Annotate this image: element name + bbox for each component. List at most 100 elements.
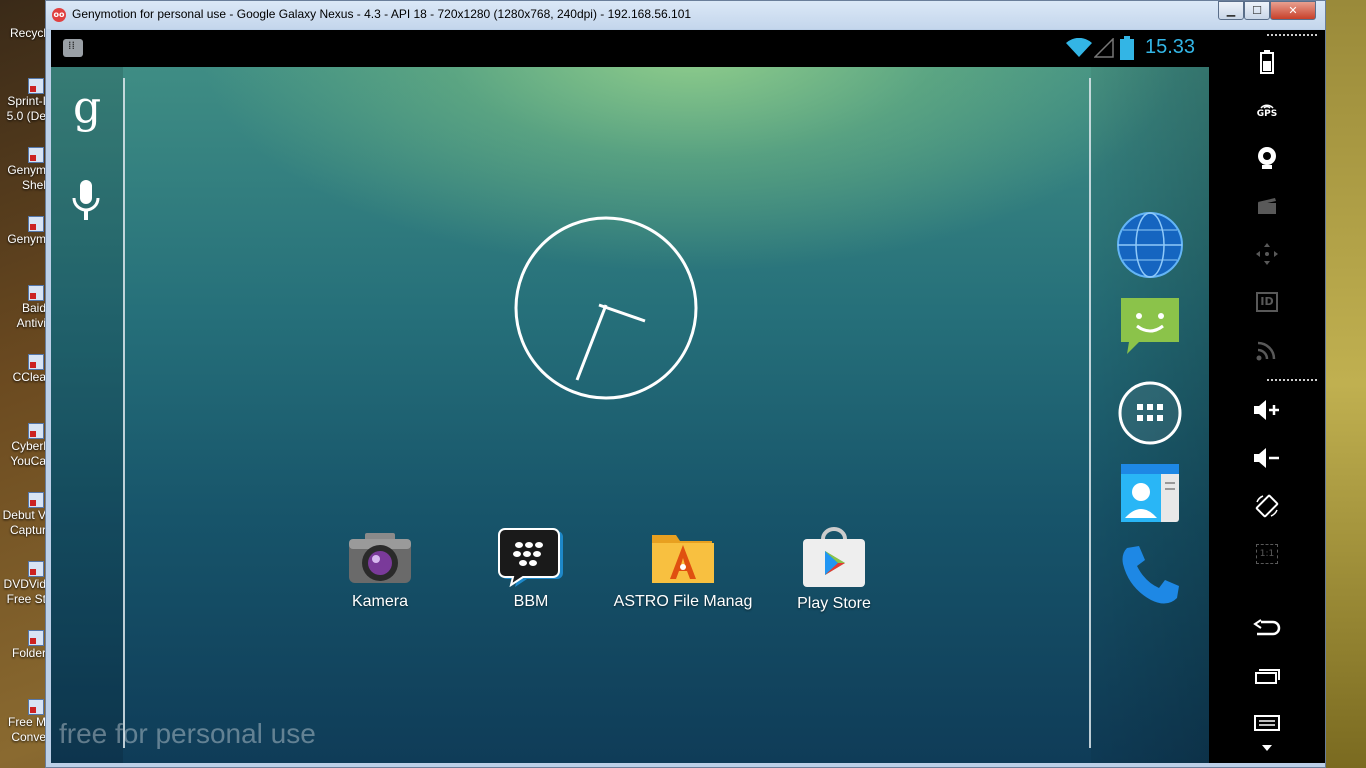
scroll-down-control[interactable]: [1209, 738, 1325, 758]
genymotion-control-panel: GPS ID 1:1: [1209, 30, 1325, 763]
contacts-icon[interactable]: [1117, 460, 1183, 526]
recent-apps-icon: [1255, 669, 1280, 684]
wifi-icon: [1066, 38, 1092, 57]
clapperboard-icon: [1258, 198, 1276, 214]
shortcut-icon: [28, 423, 44, 439]
desktop-icon-ccleaner[interactable]: CClea: [0, 354, 46, 385]
status-time: 15.33: [1145, 36, 1196, 58]
android-screen[interactable]: 15.33 g Kamera: [51, 30, 1209, 763]
dpad-control[interactable]: [1209, 236, 1325, 272]
desktop-icon-label: Folder: [11, 646, 46, 660]
recent-apps-control[interactable]: [1209, 658, 1325, 694]
left-divider: [123, 78, 125, 748]
desktop-icon-free-converter[interactable]: Free M Conve: [0, 699, 46, 745]
volume-down-control[interactable]: [1209, 440, 1325, 476]
app-label: Kamera: [351, 593, 409, 610]
volume-up-icon: [1254, 400, 1279, 420]
desktop-icon-dvdvideosoft[interactable]: DVDVid Free St: [0, 561, 46, 607]
id-label: ID: [1260, 295, 1274, 308]
desktop-icon-label: Sprint-I 5.0 (De: [6, 94, 46, 123]
gps-label: GPS: [1256, 109, 1278, 119]
analog-clock-widget[interactable]: [513, 215, 699, 401]
desktop-icon-label: Recycl: [9, 26, 46, 40]
controls-separator: [1267, 34, 1317, 36]
gps-control[interactable]: GPS: [1209, 92, 1325, 128]
status-bar[interactable]: 15.33: [51, 30, 1209, 67]
device-id-control[interactable]: ID: [1209, 284, 1325, 320]
signal-icon: [1094, 38, 1114, 58]
camera-control[interactable]: [1209, 140, 1325, 176]
voice-search-icon[interactable]: [71, 180, 101, 222]
desktop-background-right: [1326, 0, 1366, 768]
rotate-control[interactable]: [1209, 488, 1325, 524]
volume-down-icon: [1254, 448, 1279, 468]
shortcut-icon: [28, 492, 44, 508]
shortcut-icon: [28, 285, 44, 301]
home-wallpaper[interactable]: [51, 67, 1209, 763]
gps-signal-icon: [1260, 104, 1274, 109]
desktop-icon-cyberlink-youcam[interactable]: Cyberl YouCa: [0, 423, 46, 469]
dpad-icon: [1256, 243, 1278, 265]
clock-minute-hand: [575, 304, 608, 381]
app-label: Play Store: [797, 595, 871, 612]
desktop-icon-baidu-antivirus[interactable]: Baid Antivi: [0, 285, 46, 331]
messaging-icon[interactable]: [1117, 292, 1183, 358]
desktop-icon-label: Cyberl YouCa: [10, 439, 46, 468]
window-title: Genymotion for personal use - Google Gal…: [72, 7, 692, 21]
close-button[interactable]: ✕: [1270, 1, 1316, 20]
network-control[interactable]: [1209, 332, 1325, 368]
pixel-perfect-control[interactable]: 1:1: [1209, 536, 1325, 572]
pixel-perfect-label: 1:1: [1259, 549, 1275, 559]
genymotion-logo-icon: oo: [52, 8, 66, 22]
webcam-icon: [1258, 147, 1276, 169]
shortcut-icon: [28, 354, 44, 370]
maximize-button[interactable]: ☐: [1244, 1, 1270, 20]
clock-hour-hand: [598, 303, 646, 323]
volume-up-control[interactable]: [1209, 392, 1325, 428]
desktop-icon-label: DVDVid Free St: [3, 577, 46, 606]
desktop-icon-sprint[interactable]: Sprint-I 5.0 (De: [0, 78, 46, 124]
right-divider: [1089, 78, 1091, 748]
menu-icon: [1254, 715, 1280, 731]
minimize-button[interactable]: ▁: [1218, 1, 1244, 20]
app-kamera[interactable]: Kamera: [300, 527, 460, 611]
pixel-perfect-icon: 1:1: [1255, 544, 1279, 564]
controls-separator: [1267, 379, 1317, 381]
google-search-button[interactable]: g: [73, 86, 101, 130]
back-arrow-icon: [1253, 619, 1281, 636]
rss-icon: [1256, 341, 1276, 361]
app-bbm[interactable]: BBM: [451, 527, 611, 611]
back-control[interactable]: [1209, 610, 1325, 646]
desktop-icon-genymotion[interactable]: Genym: [0, 216, 46, 247]
desktop-icon-genymotion-shell[interactable]: Genym Shel: [0, 147, 46, 193]
battery-control[interactable]: [1209, 44, 1325, 80]
menu-control[interactable]: [1209, 706, 1325, 742]
battery-icon: [1260, 50, 1274, 74]
desktop-icon-folder[interactable]: Folder: [0, 630, 46, 661]
genymotion-window: oo Genymotion for personal use - Google …: [45, 0, 1326, 768]
shortcut-icon: [28, 78, 44, 94]
play-store-icon: [803, 527, 865, 587]
shortcut-icon: [28, 699, 44, 715]
desktop-icon-label: Free M Conve: [7, 715, 46, 744]
phone-icon[interactable]: [1117, 542, 1183, 608]
window-titlebar[interactable]: oo Genymotion for personal use - Google …: [46, 1, 1325, 29]
screencast-control[interactable]: [1209, 188, 1325, 224]
desktop-icon-debut-video-capture[interactable]: Debut V Captur: [0, 492, 46, 538]
app-astro-file-manager[interactable]: ASTRO File Manag: [603, 527, 763, 611]
bbm-notification-icon: [63, 39, 83, 57]
app-play-store[interactable]: Play Store: [754, 527, 914, 613]
shortcut-icon: [28, 147, 44, 163]
app-label: BBM: [513, 593, 549, 610]
astro-file-manager-icon: [652, 535, 714, 583]
desktop-icon-label: Debut V Captur: [2, 508, 46, 537]
browser-globe-icon[interactable]: [1117, 212, 1183, 278]
app-drawer-icon[interactable]: [1117, 380, 1183, 446]
id-icon: ID: [1256, 292, 1278, 312]
desktop-icon-label: Genym Shel: [7, 163, 46, 192]
shortcut-icon: [28, 630, 44, 646]
chevron-down-icon: [1262, 745, 1272, 751]
shortcut-icon: [28, 561, 44, 577]
desktop-icon-recycle-bin[interactable]: Recycl: [0, 8, 46, 41]
search-bar-background: [51, 67, 123, 763]
